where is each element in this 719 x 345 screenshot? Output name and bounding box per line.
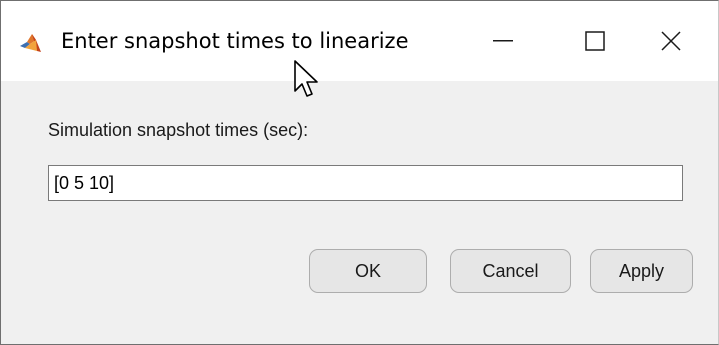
apply-button[interactable]: Apply: [590, 249, 693, 293]
dialog-window: Enter snapshot times to linearize Simula…: [0, 0, 719, 345]
snapshot-times-label: Simulation snapshot times (sec):: [48, 120, 309, 140]
close-icon: [661, 31, 681, 51]
mouse-cursor-icon: [293, 59, 319, 99]
minimize-icon: [493, 40, 513, 42]
minimize-button[interactable]: [457, 1, 549, 81]
title-bar[interactable]: Enter snapshot times to linearize: [1, 1, 718, 81]
ok-button[interactable]: OK: [309, 249, 427, 293]
window-title: Enter snapshot times to linearize: [61, 29, 409, 53]
snapshot-times-input[interactable]: [48, 165, 683, 201]
cancel-button[interactable]: Cancel: [450, 249, 571, 293]
maximize-icon: [585, 31, 605, 51]
close-button[interactable]: [625, 1, 717, 81]
matlab-icon: [19, 31, 43, 55]
